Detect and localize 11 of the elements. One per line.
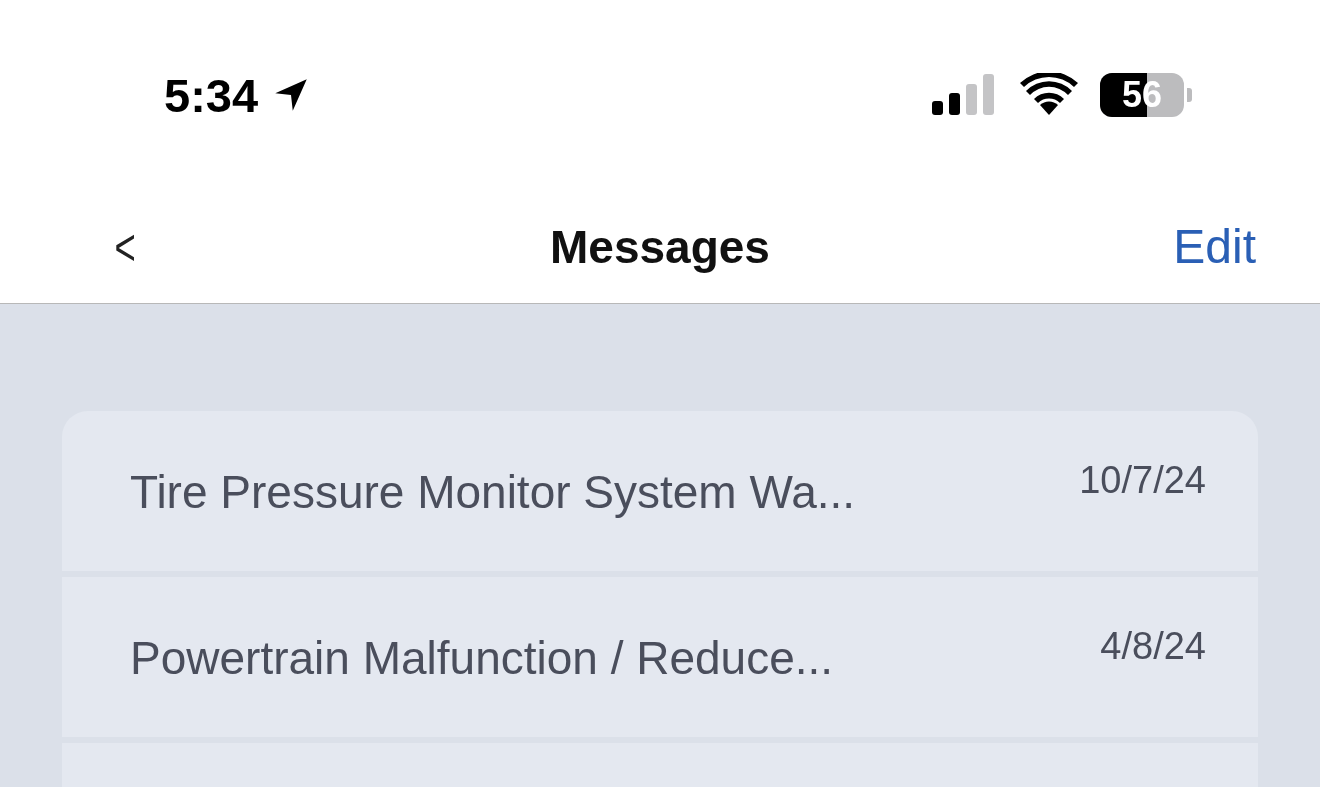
message-date: 4/8/24: [1100, 625, 1206, 668]
message-title: Tire Pressure Monitor System Wa...: [130, 465, 856, 519]
back-button[interactable]: <: [107, 216, 143, 277]
message-row[interactable]: Powertrain Malfunction / Reduce... 4/8/24: [62, 577, 1258, 737]
status-time: 5:34: [164, 67, 259, 123]
message-title: Powertrain Malfunction / Reduce...: [130, 631, 834, 685]
page-title: Messages: [550, 219, 770, 274]
message-date: 10/7/24: [1079, 459, 1206, 502]
edit-button[interactable]: Edit: [1173, 219, 1256, 274]
wifi-icon: [1020, 73, 1078, 117]
message-row[interactable]: Tire Pressure Monitor System Wa... 10/7/24: [62, 411, 1258, 571]
